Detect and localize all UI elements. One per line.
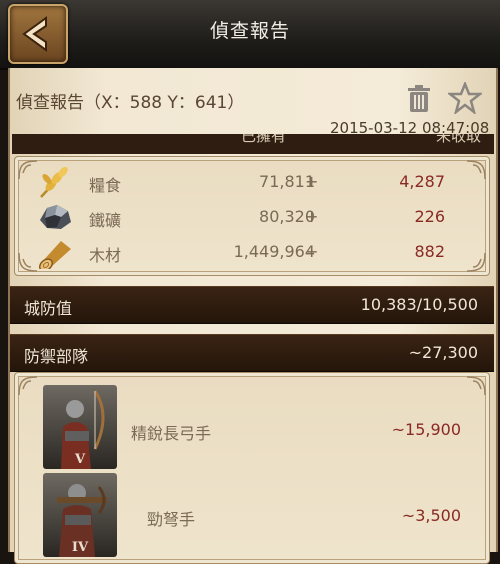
resource-row-food: 糧食 71,811 + 4,287 <box>15 165 489 198</box>
resource-name: 木材 <box>89 246 122 265</box>
corner-ornament <box>466 376 486 396</box>
troop-count: ~15,900 <box>391 420 461 439</box>
city-defense-bar: 城防值 10,383/10,500 <box>10 286 494 324</box>
troop-list: V 精銳長弓手 ~15,900 IV 勁弩手 ~3,500 <box>14 372 490 564</box>
resource-header: 已擁有 未收取 <box>12 134 494 154</box>
top-bar: 偵查報告 <box>0 0 500 70</box>
crossbowman-portrait: IV <box>43 473 117 557</box>
defending-troops-total: ~27,300 <box>408 343 478 362</box>
resource-uncollected: 4,287 <box>399 172 445 191</box>
owned-column-header: 已擁有 <box>241 134 287 145</box>
troop-rank-badge: IV <box>71 540 89 555</box>
troop-count: ~3,500 <box>401 506 461 525</box>
corner-ornament <box>18 376 38 396</box>
defending-troops-label: 防禦部隊 <box>24 347 89 366</box>
city-defense-value: 10,383/10,500 <box>360 295 478 314</box>
page-title: 偵查報告 <box>209 20 290 42</box>
defending-troops-bar: 防禦部隊 ~27,300 <box>10 334 494 372</box>
longbowman-portrait: V <box>43 385 117 469</box>
wood-log-icon <box>37 235 75 273</box>
resource-plus: + <box>305 207 319 226</box>
report-title: 偵查報告（X：588 Y：641） <box>16 93 245 113</box>
resource-name: 糧食 <box>89 176 122 195</box>
resource-row-wood: 木材 1,449,964 + 882 <box>15 235 489 272</box>
wheat-icon <box>37 165 73 203</box>
resource-owned: 1,449,964 <box>233 242 315 261</box>
troop-name: 精銳長弓手 <box>131 424 212 443</box>
resource-uncollected: 882 <box>414 242 445 261</box>
troop-name: 勁弩手 <box>147 510 196 529</box>
resource-plus: + <box>305 172 319 191</box>
iron-ore-icon <box>37 200 73 236</box>
resource-uncollected: 226 <box>414 207 445 226</box>
uncollected-column-header: 未收取 <box>436 134 482 145</box>
resource-table: 糧食 71,811 + 4,287 鐵礦 80,320 + 226 木材 1,4… <box>14 156 490 276</box>
trash-icon[interactable] <box>406 84 432 118</box>
city-defense-label: 城防值 <box>24 299 73 318</box>
resource-name: 鐵礦 <box>89 211 122 230</box>
favorite-star-icon[interactable] <box>446 80 484 118</box>
troop-rank-badge: V <box>74 452 86 467</box>
resource-plus: + <box>305 242 319 261</box>
resource-row-iron: 鐵礦 80,320 + 226 <box>15 200 489 232</box>
